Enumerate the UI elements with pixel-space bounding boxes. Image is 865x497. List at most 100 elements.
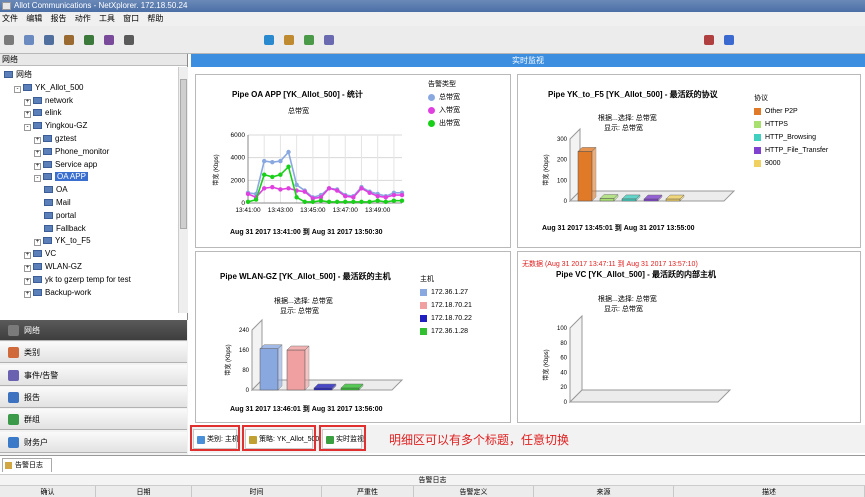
- tree-scrollbar[interactable]: [178, 67, 188, 313]
- series-line: [247, 150, 402, 199]
- refresh-icon[interactable]: [264, 35, 274, 45]
- expand-icon[interactable]: +: [34, 239, 41, 247]
- tree-item[interactable]: Mail: [44, 197, 71, 209]
- data-point: [262, 186, 267, 191]
- expand-icon[interactable]: +: [24, 265, 31, 272]
- tree-item[interactable]: 网络: [4, 69, 32, 81]
- y-tick-label: 100: [557, 178, 568, 184]
- x-tick-label: 13:43:00: [268, 207, 294, 214]
- menu-window[interactable]: 窗口: [123, 14, 139, 23]
- tree-item[interactable]: + WLAN-GZ: [24, 261, 82, 273]
- tree-item[interactable]: Fallback: [44, 223, 86, 235]
- alarm-column-header[interactable]: 描述: [674, 486, 865, 497]
- chart-panel-wlan-gz[interactable]: 240 160 80 0 带宽 (Kbps) Pipe WLAN-GZ [YK_Allo…: [195, 251, 511, 423]
- expand-icon[interactable]: +: [34, 149, 41, 157]
- copy-icon[interactable]: [84, 35, 94, 45]
- y-tick-label: 200: [557, 158, 568, 164]
- alarm-column-header[interactable]: 日期: [96, 486, 192, 497]
- main-header: 实时监视: [191, 54, 865, 67]
- scroll-thumb[interactable]: [180, 79, 187, 229]
- cut-icon[interactable]: [64, 35, 74, 45]
- collapse-icon[interactable]: -: [24, 124, 31, 132]
- legend-label: HTTP_File_Transfer: [765, 147, 829, 154]
- menu-file[interactable]: 文件: [2, 14, 18, 23]
- menu-report[interactable]: 报告: [50, 14, 66, 23]
- paste-icon[interactable]: [104, 35, 114, 45]
- y-tick-label: 0: [246, 388, 250, 394]
- expand-icon[interactable]: +: [34, 162, 41, 170]
- nav-button[interactable]: 事件/告警: [0, 364, 187, 386]
- menu-action[interactable]: 动作: [75, 14, 91, 23]
- expand-icon[interactable]: +: [24, 290, 31, 298]
- legend-swatch: [754, 108, 761, 115]
- expand-icon[interactable]: +: [24, 111, 31, 119]
- chart-subtitle: 显示: 总带宽: [604, 125, 643, 132]
- expand-icon[interactable]: +: [24, 277, 31, 285]
- legend-swatch: [754, 160, 761, 167]
- tree-item[interactable]: + elink: [24, 107, 61, 119]
- menu-tools[interactable]: 工具: [99, 14, 115, 23]
- menu-help[interactable]: 帮助: [147, 14, 163, 23]
- menu-edit[interactable]: 编辑: [26, 14, 42, 23]
- tree-item-label: OA: [56, 185, 68, 195]
- tree-item[interactable]: OA: [44, 184, 68, 196]
- alarm-column-header[interactable]: 确认: [0, 486, 96, 497]
- nav-button[interactable]: 类别: [0, 342, 187, 364]
- print-icon[interactable]: [124, 35, 134, 45]
- tree-item[interactable]: + gztest: [34, 133, 76, 145]
- data-point: [310, 199, 316, 205]
- tree-item[interactable]: + Backup-work: [24, 287, 91, 299]
- collapse-icon[interactable]: -: [34, 175, 41, 183]
- vc-icon: [44, 224, 53, 232]
- y-tick-label: 80: [242, 368, 249, 374]
- folder-icon: [33, 288, 42, 296]
- alarm-column-header[interactable]: 告警定义: [414, 486, 534, 497]
- tree-item[interactable]: + VC: [24, 248, 56, 260]
- nav-button[interactable]: 网络: [0, 320, 187, 341]
- nav-button[interactable]: 报告: [0, 386, 187, 408]
- chart-panel-oa-app[interactable]: 0 2000 4000 6000 13:41:00 13:43:00 13:45:00 13:…: [195, 74, 511, 248]
- legend-swatch: [754, 121, 761, 128]
- user-icon[interactable]: [704, 35, 714, 45]
- data-point: [375, 198, 380, 203]
- filter-icon[interactable]: [284, 35, 294, 45]
- collapse-icon[interactable]: -: [14, 85, 21, 93]
- expand-icon[interactable]: +: [24, 252, 31, 260]
- nav-button[interactable]: 财务户: [0, 431, 187, 453]
- tree-item-label: portal: [56, 210, 77, 220]
- tree-item[interactable]: + YK_to_F5: [34, 235, 91, 247]
- legend-item: 9000: [754, 157, 828, 170]
- tree-item[interactable]: + network: [24, 95, 73, 107]
- alarm-column-header[interactable]: 时间: [192, 486, 322, 497]
- nav-panel: 网络 类别 事件/告警 报告 群组 财务户: [0, 320, 188, 455]
- tree-item[interactable]: - OA APP: [34, 171, 88, 183]
- tree-item[interactable]: - YK_Allot_500: [14, 82, 83, 94]
- vc-icon: [44, 186, 53, 194]
- expand-icon[interactable]: +: [34, 137, 41, 144]
- tree-item[interactable]: + Service app: [34, 159, 97, 171]
- folder-icon: [33, 250, 42, 258]
- nav-button[interactable]: 群组: [0, 409, 187, 431]
- chart-panel-vc[interactable]: 100 80 60 40 20 0 带宽 (Kbps) 无数据 (Aug 31 2017 1…: [517, 251, 861, 423]
- tree-item-label: Service app: [55, 159, 98, 169]
- tree-item[interactable]: portal: [44, 210, 76, 222]
- tree-item[interactable]: - Yingkou-GZ: [24, 120, 87, 132]
- new-icon[interactable]: [4, 35, 14, 45]
- tree-item-label: elink: [45, 108, 62, 118]
- chart-icon[interactable]: [304, 35, 314, 45]
- tree-item-label: Fallback: [56, 223, 86, 233]
- open-icon[interactable]: [24, 35, 34, 45]
- chart-panel-yk-to-f5[interactable]: 300 200 100 0 带宽 (Kbps) Pipe YK_to_F5 [YK_Al…: [517, 74, 861, 248]
- alarm-column-header[interactable]: 来源: [534, 486, 674, 497]
- data-point: [286, 149, 291, 155]
- data-point: [262, 158, 267, 164]
- tree-item[interactable]: + yk to gzerp temp for test: [24, 274, 131, 286]
- save-icon[interactable]: [44, 35, 54, 45]
- help-icon[interactable]: [724, 35, 734, 45]
- bar-side: [277, 344, 283, 391]
- tree-item[interactable]: + Phone_monitor: [34, 146, 109, 158]
- alarm-column-header[interactable]: 严重性: [322, 486, 414, 497]
- alarm-log-tab[interactable]: 告警日志: [2, 458, 52, 472]
- expand-icon[interactable]: +: [24, 98, 31, 106]
- table-icon[interactable]: [324, 35, 334, 45]
